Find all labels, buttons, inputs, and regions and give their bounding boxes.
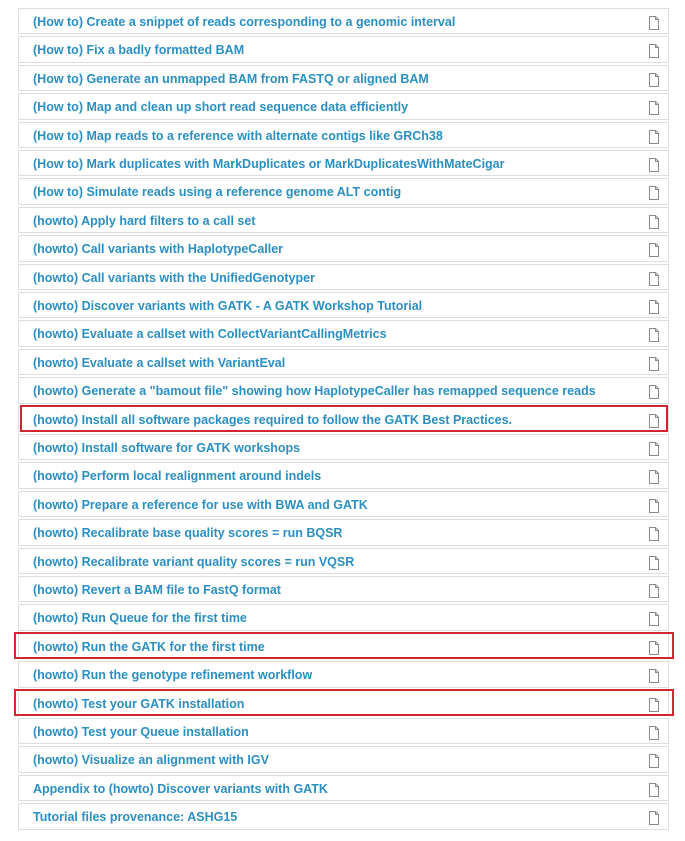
article-link[interactable]: (howto) Revert a BAM file to FastQ forma… [33, 583, 281, 597]
article-link[interactable]: (howto) Run the GATK for the first time [33, 640, 265, 654]
list-item[interactable]: (howto) Test your GATK installation [18, 689, 669, 716]
document-icon [649, 584, 659, 598]
article-link[interactable]: (How to) Map and clean up short read seq… [33, 100, 408, 114]
document-icon [649, 811, 659, 826]
document-icon [649, 158, 659, 172]
article-link[interactable]: (howto) Visualize an alignment with IGV [33, 753, 269, 767]
article-link[interactable]: (howto) Apply hard filters to a call set [33, 214, 255, 228]
article-link[interactable]: (howto) Discover variants with GATK - A … [33, 299, 422, 313]
list-item[interactable]: (howto) Install all software packages re… [18, 405, 669, 432]
article-link[interactable]: (howto) Evaluate a callset with CollectV… [33, 327, 387, 341]
list-item[interactable]: Appendix to (howto) Discover variants wi… [18, 774, 669, 802]
document-icon [649, 697, 659, 712]
list-item[interactable]: (howto) Test your Queue installation [18, 718, 669, 745]
list-item[interactable]: (howto) Visualize an alignment with IGV [18, 746, 669, 773]
document-icon [649, 300, 659, 314]
list-item[interactable]: (howto) Run Queue for the first time [18, 604, 669, 631]
article-link[interactable]: (howto) Generate a "bamout file" showing… [33, 384, 596, 398]
document-icon [649, 243, 659, 258]
article-link[interactable]: Tutorial files provenance: ASHG15 [33, 810, 237, 824]
list-item[interactable]: (howto) Evaluate a callset with CollectV… [18, 320, 669, 347]
document-icon [649, 498, 659, 513]
article-link[interactable]: (howto) Install software for GATK worksh… [33, 441, 300, 455]
list-item[interactable]: (howto) Install software for GATK worksh… [18, 434, 669, 461]
list-item[interactable]: (howto) Call variants with HaplotypeCall… [18, 235, 669, 262]
document-icon [649, 271, 659, 286]
document-icon [649, 669, 659, 684]
article-link[interactable]: (howto) Prepare a reference for use with… [33, 498, 368, 512]
article-link[interactable]: (How to) Create a snippet of reads corre… [33, 15, 455, 29]
document-icon [649, 328, 659, 343]
article-link[interactable]: (howto) Perform local realignment around… [33, 469, 321, 483]
document-icon [649, 186, 659, 201]
article-link[interactable]: (howto) Call variants with HaplotypeCall… [33, 242, 283, 256]
list-item[interactable]: (howto) Call variants with the UnifiedGe… [18, 263, 669, 290]
list-item[interactable]: (howto) Generate a "bamout file" showing… [18, 377, 669, 404]
document-icon [649, 470, 659, 485]
document-icon [649, 527, 659, 542]
document-icon [649, 16, 659, 30]
list-item[interactable]: (How to) Create a snippet of reads corre… [18, 8, 669, 35]
document-icon [649, 413, 659, 428]
article-link[interactable]: (howto) Install all software packages re… [33, 413, 512, 427]
article-link[interactable]: (howto) Test your Queue installation [33, 725, 249, 739]
list-item[interactable]: (howto) Apply hard filters to a call set [18, 206, 669, 234]
document-icon [649, 442, 659, 456]
list-item[interactable]: (howto) Recalibrate variant quality scor… [18, 547, 669, 574]
document-icon [649, 44, 659, 59]
list-item[interactable]: (howto) Run the genotype refinement work… [18, 661, 669, 688]
article-link[interactable]: (howto) Run the genotype refinement work… [33, 668, 312, 682]
article-link[interactable]: (howto) Evaluate a callset with VariantE… [33, 356, 285, 370]
list-item[interactable]: (How to) Fix a badly formatted BAM [18, 36, 669, 63]
list-item[interactable]: (How to) Generate an unmapped BAM from F… [18, 64, 669, 92]
list-item[interactable]: (howto) Prepare a reference for use with… [18, 490, 669, 518]
document-icon [649, 726, 659, 740]
article-link[interactable]: Appendix to (howto) Discover variants wi… [33, 782, 328, 796]
document-icon [649, 555, 659, 570]
article-link[interactable]: (How to) Map reads to a reference with a… [33, 129, 443, 143]
document-icon [649, 385, 659, 400]
list-item[interactable]: (How to) Map and clean up short read seq… [18, 93, 669, 120]
list-item[interactable]: Tutorial files provenance: ASHG15 [18, 803, 669, 830]
list-item[interactable]: (howto) Recalibrate base quality scores … [18, 519, 669, 546]
document-icon [649, 640, 659, 655]
list-item[interactable]: (howto) Perform local realignment around… [18, 462, 669, 489]
list-item[interactable]: (howto) Run the GATK for the first time [18, 632, 669, 660]
document-icon [649, 214, 659, 229]
article-link[interactable]: (howto) Run Queue for the first time [33, 611, 247, 625]
list-item[interactable]: (How to) Simulate reads using a referenc… [18, 178, 669, 205]
document-icon [649, 782, 659, 797]
article-link[interactable]: (howto) Call variants with the UnifiedGe… [33, 271, 315, 285]
article-link[interactable]: (howto) Recalibrate variant quality scor… [33, 555, 354, 569]
document-icon [649, 101, 659, 116]
article-link[interactable]: (How to) Fix a badly formatted BAM [33, 43, 244, 57]
document-icon [649, 129, 659, 144]
list-item[interactable]: (How to) Mark duplicates with MarkDuplic… [18, 150, 669, 177]
document-icon [649, 754, 659, 769]
document-icon [649, 612, 659, 627]
list-item[interactable]: (howto) Revert a BAM file to FastQ forma… [18, 576, 669, 603]
document-icon [649, 72, 659, 87]
article-link[interactable]: (How to) Generate an unmapped BAM from F… [33, 72, 429, 86]
article-link[interactable]: (How to) Mark duplicates with MarkDuplic… [33, 157, 505, 171]
article-link[interactable]: (howto) Test your GATK installation [33, 697, 244, 711]
list-item[interactable]: (How to) Map reads to a reference with a… [18, 121, 669, 148]
article-link[interactable]: (howto) Recalibrate base quality scores … [33, 526, 342, 540]
document-icon [649, 356, 659, 371]
list-item[interactable]: (howto) Evaluate a callset with VariantE… [18, 348, 669, 376]
article-link[interactable]: (How to) Simulate reads using a referenc… [33, 185, 401, 199]
list-item[interactable]: (howto) Discover variants with GATK - A … [18, 292, 669, 319]
